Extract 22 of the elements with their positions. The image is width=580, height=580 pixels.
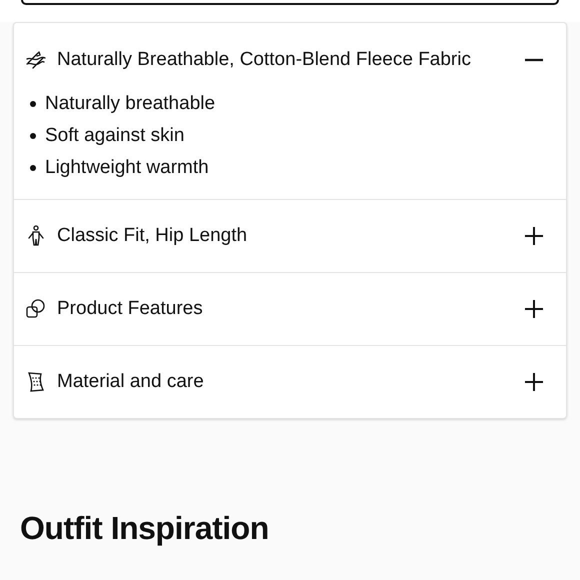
person-icon (26, 225, 46, 247)
accordion-title: Material and care (57, 370, 205, 394)
outlined-button[interactable] (21, 0, 559, 5)
accordion-header[interactable]: Product Features (14, 273, 566, 345)
expand-icon[interactable] (524, 372, 544, 392)
shapes-icon (25, 298, 47, 320)
accordion-header[interactable]: Classic Fit, Hip Length (14, 200, 566, 272)
bullet-text: Lightweight warmth (45, 156, 209, 180)
expand-icon[interactable] (524, 299, 544, 319)
fabric-swatch-icon (26, 371, 46, 393)
accordion-header[interactable]: Material and care (14, 346, 566, 418)
accordion-title: Product Features (57, 296, 204, 321)
fabric-icon (25, 50, 47, 70)
bullet-text: Soft against skin (45, 124, 184, 148)
bullet-text: Naturally breathable (45, 92, 216, 116)
bullet-icon (30, 133, 36, 139)
section-heading: Outfit Inspiration (20, 509, 270, 548)
accordion-title: Classic Fit, Hip Length (57, 224, 248, 248)
expand-icon[interactable] (524, 226, 544, 246)
bullet-icon (30, 101, 36, 107)
bullet-icon (30, 165, 36, 171)
accordion-title: Naturally Breathable, Cotton-Blend Fleece Fabric (57, 48, 472, 72)
